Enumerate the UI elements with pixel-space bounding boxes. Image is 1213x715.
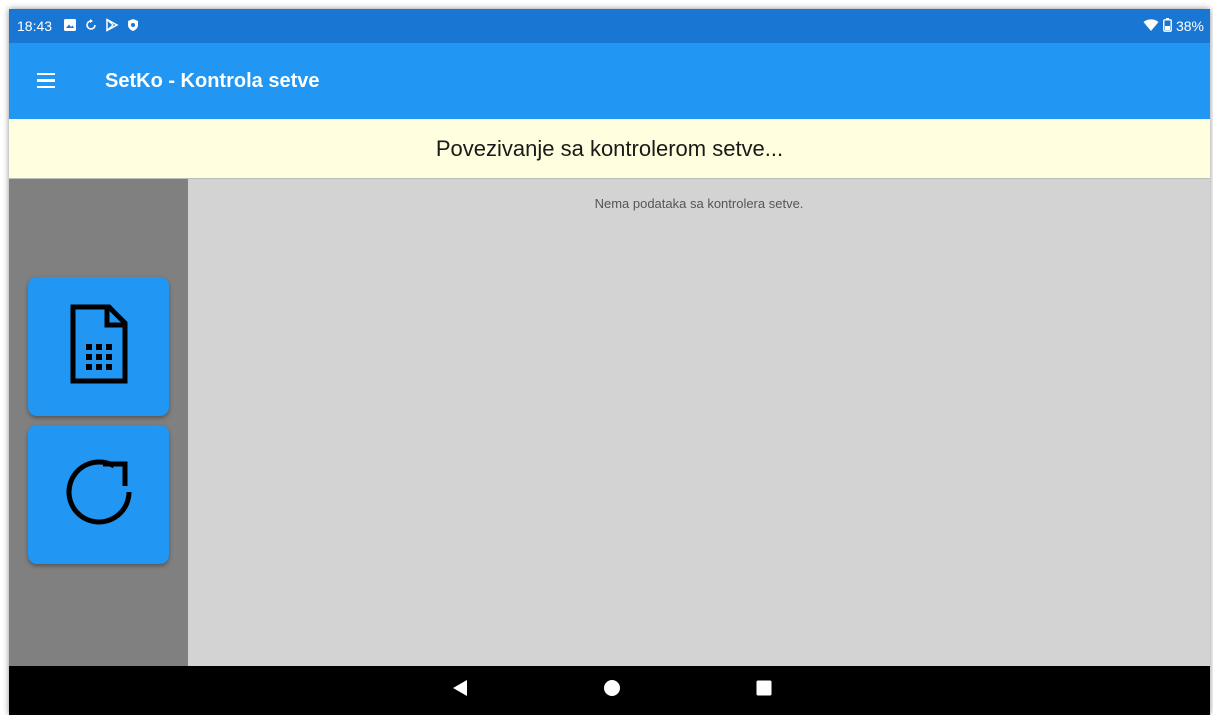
device-screen: 18:43 38% SetKo - Kontrola setve Poveziv… — [9, 9, 1210, 715]
image-icon — [63, 18, 77, 35]
home-icon — [603, 679, 621, 702]
app-bar: SetKo - Kontrola setve — [9, 43, 1210, 119]
menu-icon — [37, 73, 55, 76]
play-store-icon — [105, 17, 119, 35]
refresh-button[interactable] — [28, 425, 169, 564]
status-bar: 18:43 38% — [9, 9, 1210, 43]
spreadsheet-document-icon — [67, 304, 131, 389]
refresh-icon — [59, 452, 139, 537]
sidebar — [9, 179, 188, 666]
wifi-icon — [1143, 18, 1159, 35]
empty-state-message: Nema podataka sa kontrolera setve. — [594, 196, 804, 211]
menu-button[interactable] — [37, 69, 63, 93]
app-title: SetKo - Kontrola setve — [105, 70, 320, 92]
recents-icon — [756, 680, 772, 701]
back-button[interactable] — [430, 666, 490, 715]
status-bar-left: 18:43 — [17, 9, 140, 43]
battery-icon — [1163, 17, 1172, 35]
navigation-bar — [9, 666, 1210, 715]
shield-icon — [126, 18, 140, 35]
connection-status-banner: Povezivanje sa kontrolerom setve... — [9, 119, 1210, 179]
main-content: Nema podataka sa kontrolera setve. — [188, 179, 1210, 666]
battery-percent: 38% — [1175, 18, 1204, 34]
status-bar-right: 38% — [1143, 9, 1204, 43]
back-icon — [452, 679, 468, 702]
report-button[interactable] — [28, 277, 169, 416]
sync-icon — [84, 18, 98, 35]
home-button[interactable] — [582, 666, 642, 715]
recents-button[interactable] — [734, 666, 794, 715]
status-time: 18:43 — [17, 18, 53, 34]
